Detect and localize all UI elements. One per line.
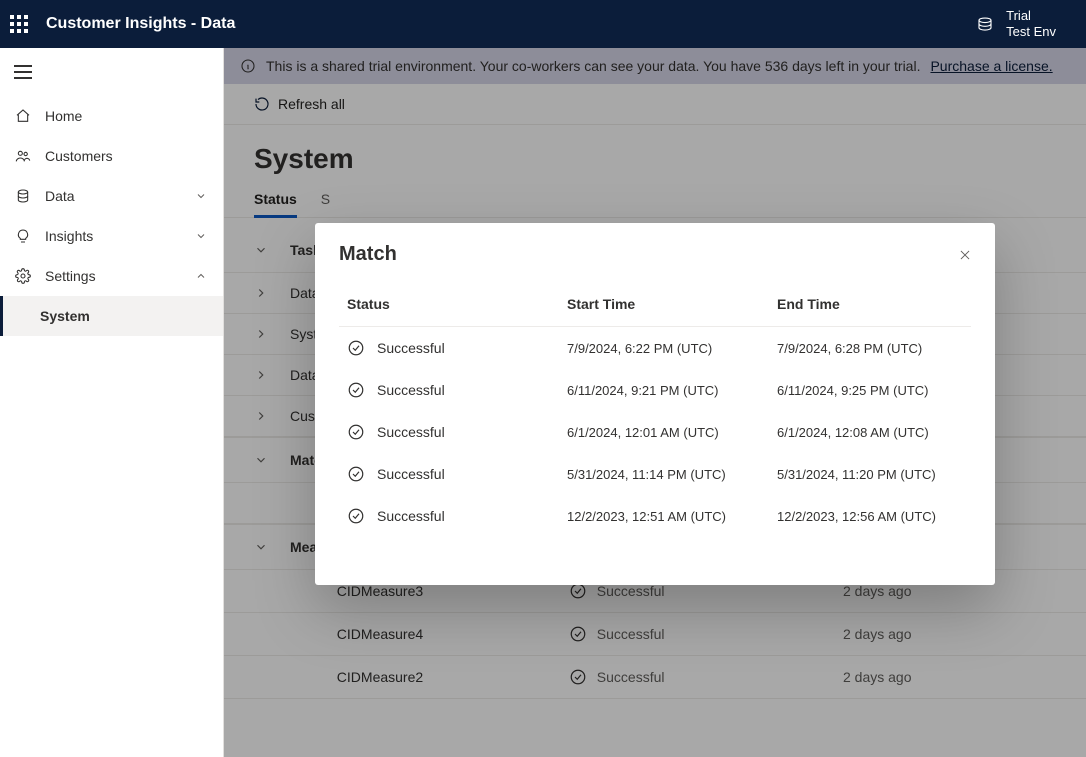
dialog-row-status: Successful [377,382,445,398]
modal-backdrop[interactable]: Match Status Start Time End Time Success… [224,48,1086,757]
sidebar: Home Customers Data Insights [0,48,224,757]
chevron-down-icon [195,190,209,202]
dialog-title: Match [339,243,971,266]
nav-settings-label: Settings [45,268,96,284]
environment-info: Trial Test Env [1006,8,1056,39]
close-icon [958,248,972,262]
dialog-row-status: Successful [377,424,445,440]
nav-data-label: Data [45,188,75,204]
nav-home-label: Home [45,108,82,124]
dialog-row-status: Successful [377,508,445,524]
dialog-rows: Successful 7/9/2024, 6:22 PM (UTC) 7/9/2… [339,327,971,537]
dialog-row: Successful 6/11/2024, 9:21 PM (UTC) 6/11… [339,369,971,411]
nav-customers[interactable]: Customers [0,136,223,176]
chevron-up-icon [195,270,209,282]
app-bar: Customer Insights - Data Trial Test Env [0,0,1086,48]
nav-data[interactable]: Data [0,176,223,216]
dialog-row-start: 6/11/2024, 9:21 PM (UTC) [567,383,777,398]
dialog-row-end: 7/9/2024, 6:28 PM (UTC) [777,341,963,356]
environment-switcher[interactable]: Trial Test Env [976,8,1076,39]
dialog-row-end: 6/1/2024, 12:08 AM (UTC) [777,425,963,440]
nav-settings[interactable]: Settings [0,256,223,296]
nav-system-label: System [40,308,90,324]
main-content: This is a shared trial environment. Your… [224,48,1086,757]
check-icon [347,339,365,357]
dialog-row-status: Successful [377,340,445,356]
dialog-row: Successful 7/9/2024, 6:22 PM (UTC) 7/9/2… [339,327,971,369]
check-icon [347,507,365,525]
nav-insights[interactable]: Insights [0,216,223,256]
dialog-row-end: 5/31/2024, 11:20 PM (UTC) [777,467,963,482]
dialog-row: Successful 5/31/2024, 11:14 PM (UTC) 5/3… [339,453,971,495]
nav-home[interactable]: Home [0,96,223,136]
dialog-row-end: 12/2/2023, 12:56 AM (UTC) [777,509,963,524]
dialog-row-start: 7/9/2024, 6:22 PM (UTC) [567,341,777,356]
col-end: End Time [777,296,963,312]
environment-icon [976,15,994,33]
nav-insights-label: Insights [45,228,93,244]
data-icon [14,188,32,204]
app-title: Customer Insights - Data [46,15,235,33]
hamburger-icon [14,65,32,79]
environment-name: Test Env [1006,24,1056,40]
dialog-row: Successful 6/1/2024, 12:01 AM (UTC) 6/1/… [339,411,971,453]
check-icon [347,381,365,399]
sidebar-toggle[interactable] [0,48,223,96]
dialog-row: Successful 12/2/2023, 12:51 AM (UTC) 12/… [339,495,971,537]
dialog-row-start: 6/1/2024, 12:01 AM (UTC) [567,425,777,440]
match-history-dialog: Match Status Start Time End Time Success… [315,223,995,585]
nav-customers-label: Customers [45,148,113,164]
gear-icon [14,268,32,284]
nav-system[interactable]: System [0,296,223,336]
close-button[interactable] [951,241,979,269]
dialog-row-end: 6/11/2024, 9:25 PM (UTC) [777,383,963,398]
app-launcher-icon[interactable] [10,15,28,33]
dialog-row-start: 5/31/2024, 11:14 PM (UTC) [567,467,777,482]
dialog-row-start: 12/2/2023, 12:51 AM (UTC) [567,509,777,524]
customers-icon [14,148,32,164]
check-icon [347,423,365,441]
dialog-table-header: Status Start Time End Time [339,296,971,327]
chevron-down-icon [195,230,209,242]
environment-label: Trial [1006,8,1056,24]
col-start: Start Time [567,296,777,312]
insights-icon [14,228,32,244]
col-status: Status [347,296,567,312]
home-icon [14,108,32,124]
dialog-row-status: Successful [377,466,445,482]
check-icon [347,465,365,483]
